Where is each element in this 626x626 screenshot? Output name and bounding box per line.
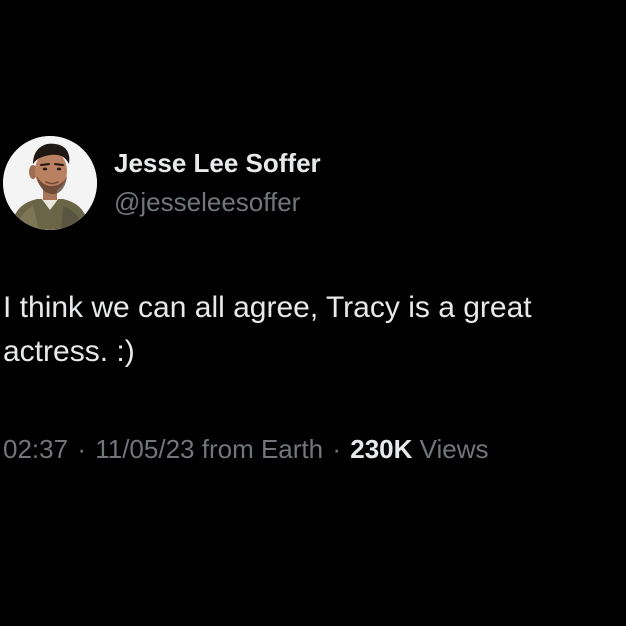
views-count[interactable]: 230K bbox=[350, 434, 412, 464]
tweet-text-line: I think we can all agree, Tracy is a gre… bbox=[3, 291, 532, 324]
tweet-source: from Earth bbox=[201, 434, 324, 464]
tweet-time[interactable]: 02:37 bbox=[3, 434, 68, 464]
meta-separator: · bbox=[332, 434, 342, 464]
tweet-header: Jesse Lee Soffer @jesseleesoffer bbox=[3, 135, 321, 231]
tweet-text-line: actress. :) bbox=[3, 335, 135, 368]
tweet-meta: 02:37 · 11/05/23 from Earth · 230K Views bbox=[3, 432, 489, 466]
tweet-card: Jesse Lee Soffer @jesseleesoffer I think… bbox=[0, 0, 626, 626]
tweet-text: I think we can all agree, Tracy is a gre… bbox=[3, 286, 626, 374]
avatar[interactable] bbox=[3, 136, 97, 230]
tweet-date[interactable]: 11/05/23 bbox=[95, 434, 194, 464]
views-label[interactable]: Views bbox=[420, 434, 489, 464]
author-handle[interactable]: @jesseleesoffer bbox=[114, 185, 321, 219]
meta-separator: · bbox=[77, 434, 86, 464]
author-display-name[interactable]: Jesse Lee Soffer bbox=[114, 147, 321, 179]
author-identity: Jesse Lee Soffer @jesseleesoffer bbox=[114, 147, 321, 219]
profile-photo-icon bbox=[3, 136, 97, 230]
